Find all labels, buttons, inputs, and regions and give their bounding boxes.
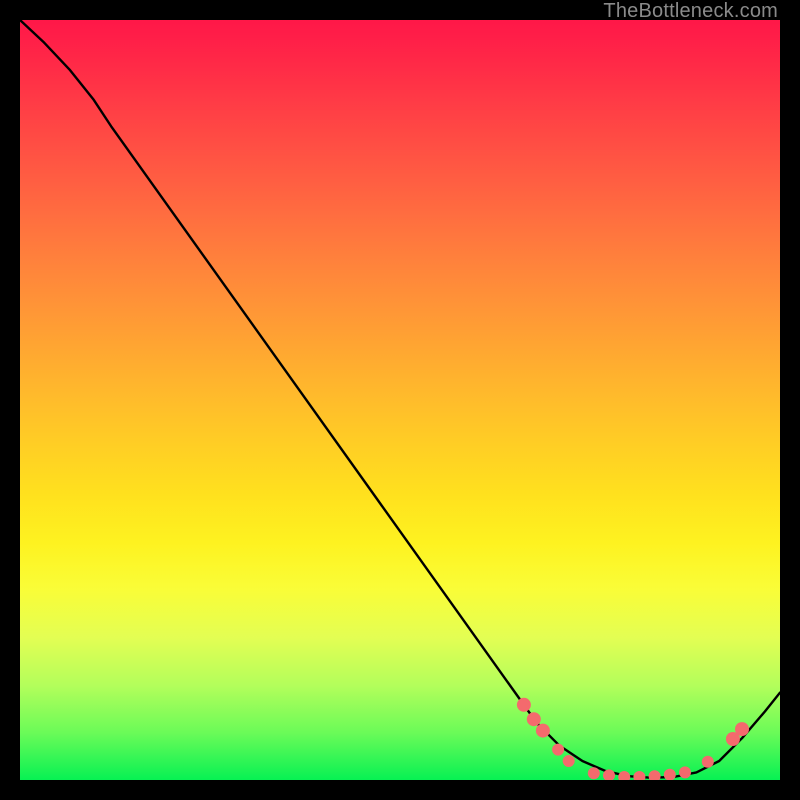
data-marker xyxy=(552,744,564,756)
data-marker xyxy=(664,769,676,780)
data-marker xyxy=(679,766,691,778)
data-marker xyxy=(633,771,645,780)
data-marker xyxy=(517,698,531,712)
data-marker xyxy=(618,771,630,780)
data-marker xyxy=(649,770,661,780)
bottleneck-curve xyxy=(20,20,780,778)
data-marker xyxy=(588,767,600,779)
data-marker xyxy=(735,722,749,736)
data-marker xyxy=(563,755,575,767)
data-marker xyxy=(702,756,714,768)
watermark-text: TheBottleneck.com xyxy=(603,0,778,23)
chart-plot-area xyxy=(20,20,780,780)
data-marker xyxy=(536,724,550,738)
chart-svg xyxy=(20,20,780,780)
chart-stage: TheBottleneck.com xyxy=(0,0,800,800)
data-marker xyxy=(527,712,541,726)
